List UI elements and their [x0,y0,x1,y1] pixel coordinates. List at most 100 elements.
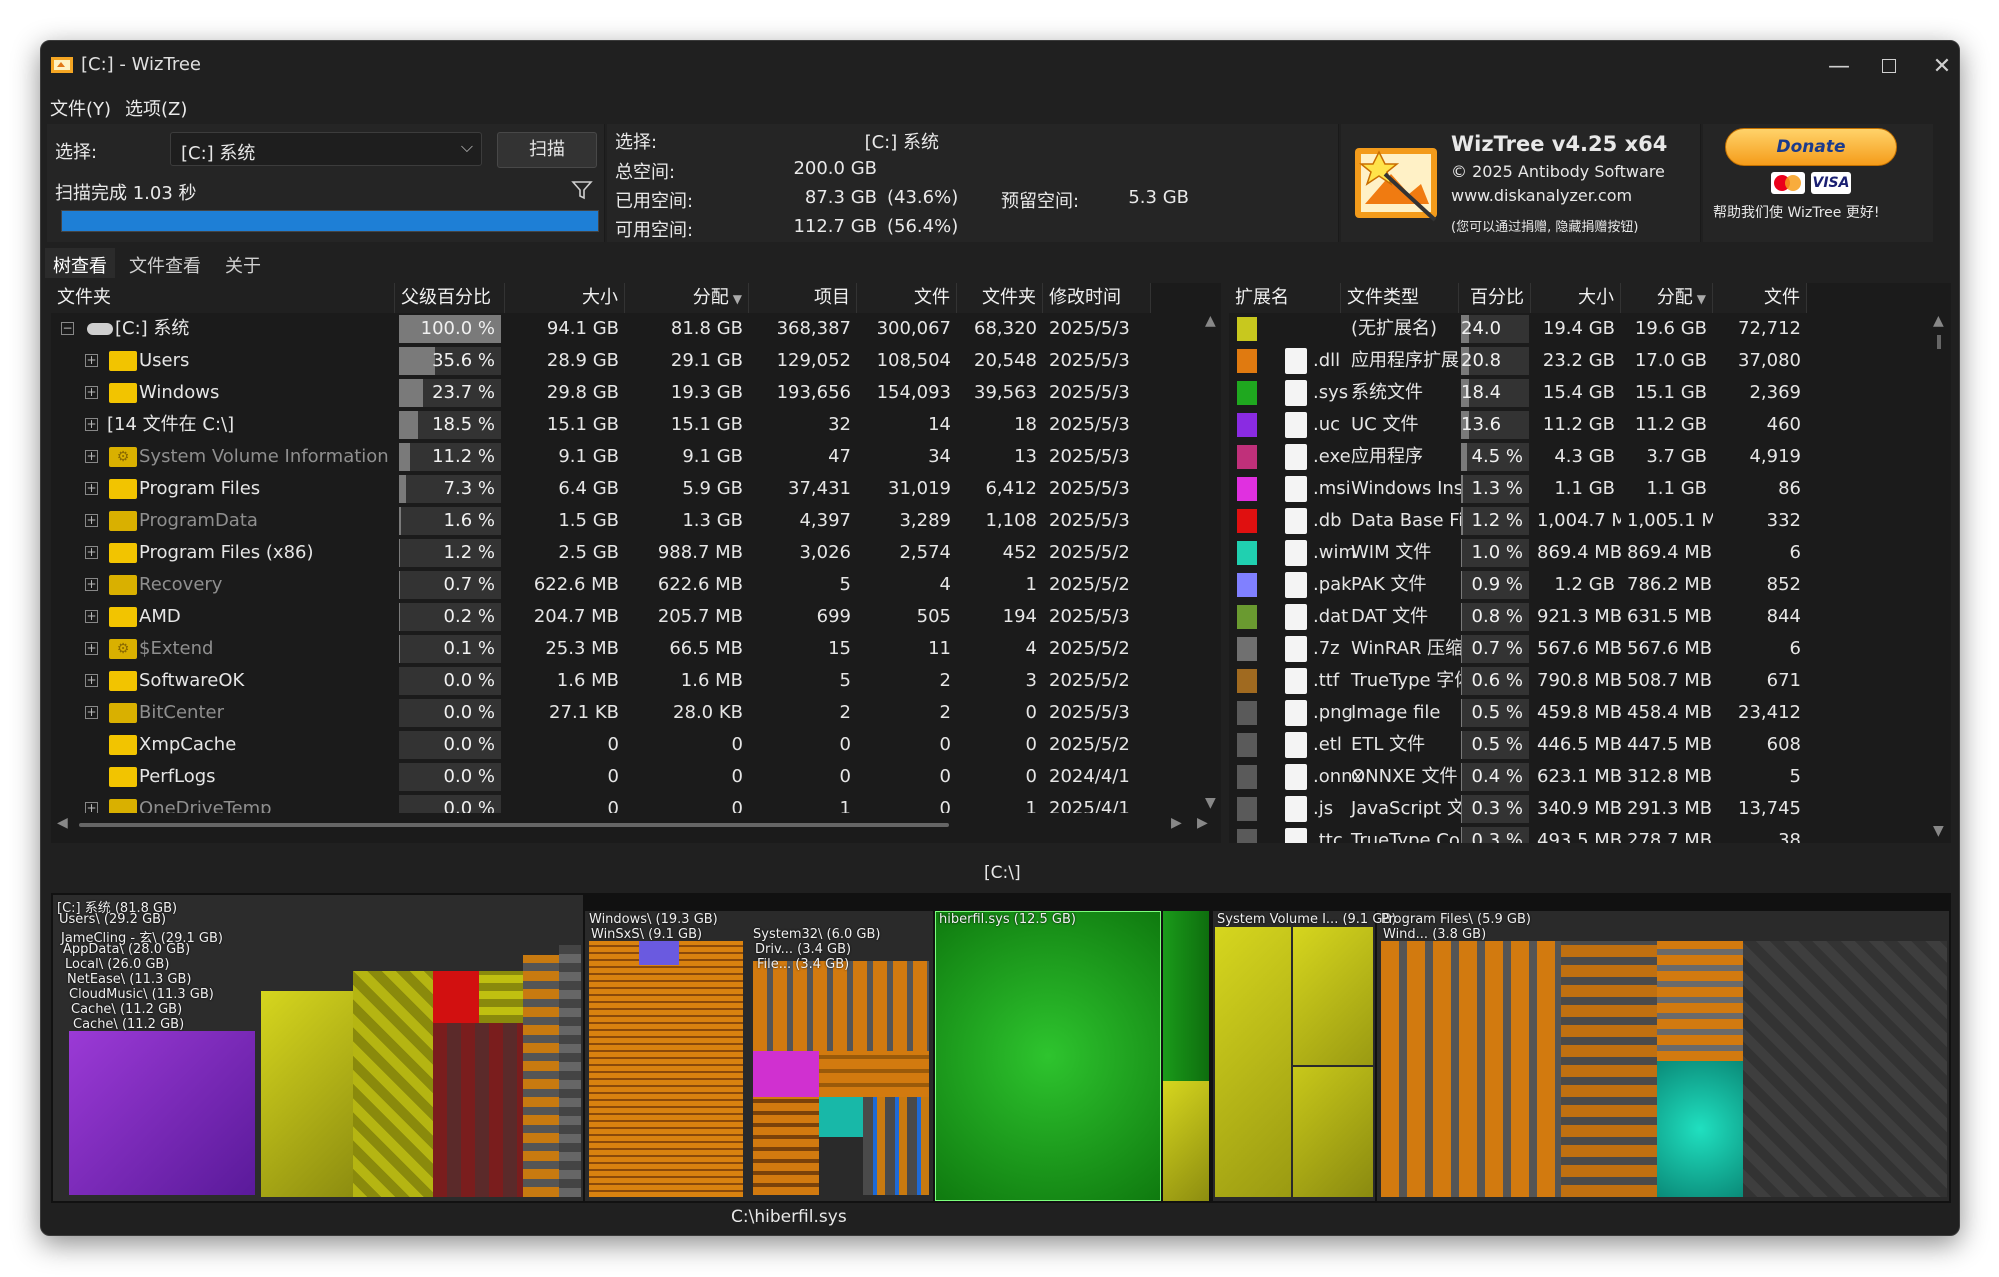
expand-icon[interactable]: + [85,706,98,719]
ext-row[interactable]: .wim WIM 文件 1.0 % 869.4 MB 869.4 MB 6 [1229,537,1951,569]
treemap-yellow-block-3[interactable] [1163,1081,1209,1201]
ext-header-4[interactable]: 分配 ▼ [1621,283,1713,313]
treemap-orange-block-2[interactable] [753,1097,819,1195]
ext-row[interactable]: .pak PAK 文件 0.9 % 1.2 GB 786.2 MB 852 [1229,569,1951,601]
scroll-down-icon[interactable]: ▼ [1205,795,1216,811]
ext-header-1[interactable]: 文件类型 [1341,283,1459,313]
tree-header-4[interactable]: 项目 [749,283,857,313]
treemap-purple-tile[interactable] [639,941,679,965]
menu-options[interactable]: 选项(Z) [125,95,187,121]
tab-tree-view[interactable]: 树查看 [45,248,115,278]
ext-row[interactable]: .7z WinRAR 压缩文件 0.7 % 567.6 MB 567.6 MB 6 [1229,633,1951,665]
folder-tree-grid[interactable]: 文件夹 父级百分比 大小 分配 ▼ 项目 文件 文件夹 修改时间 − [C:] 系统 100.0 %… [51,283,1221,843]
ext-row[interactable]: .png Image file 0.5 % 459.8 MB 458.4 MB 23,41… [1229,697,1951,729]
ext-header-0[interactable]: 扩展名 [1229,283,1341,313]
extension-grid[interactable]: 扩展名文件类型百分比大小分配▼文件 (无扩展名) 24.0 % 19.4 GB 19.… [1229,283,1951,843]
ext-row[interactable]: .dll 应用程序扩展20.8 % 23.2 GB 17.0 GB 37,080 [1229,345,1951,399]
tree-row[interactable]: + Recovery 0.7 % 622.6 MB 622.6 MB 5 4 1 2025/5/… [51,569,1221,601]
tree-row[interactable]: + [14 文件在 C:\] 18.5 % 15.1 GB 15.1 GB 32 14 18 2… [51,409,1221,441]
ext-row[interactable]: .ttf TrueType 字体文件 0.6 % 790.8 MB 508.7 MB 67… [1229,665,1951,697]
tree-row[interactable]: + Users 35.6 % 28.9 GB 29.1 GB 129,052 108,504… [51,345,1221,377]
tree-header-3[interactable]: 分配 ▼ [625,283,749,313]
ext-scroll-down-icon[interactable]: ▼ [1933,823,1944,839]
expand-icon[interactable]: + [85,642,98,655]
treemap-mixed-block-1[interactable] [523,955,559,1197]
treemap-orange-block[interactable] [819,1051,929,1097]
treemap-svi-block-2[interactable] [1293,927,1373,1065]
ext-scroll-up-icon[interactable]: ▲ [1933,313,1944,329]
treemap-pf-block-3[interactable] [1657,941,1743,1061]
treemap-drivers[interactable] [753,961,929,1051]
expand-icon[interactable]: + [85,450,98,463]
ext-row[interactable]: .dat DAT 文件 0.8 % 921.3 MB 631.5 MB 844 [1229,601,1951,633]
ext-row[interactable]: .db Data Base File 1.2 % 1,004.7 MB 1,005.1 … [1229,505,1951,537]
scroll-left-icon[interactable]: ◀ [57,815,68,831]
scroll-right-end-icon[interactable]: ▶ [1197,815,1208,831]
website-link[interactable]: www.diskanalyzer.com [1451,186,1632,205]
treemap-cache-block[interactable] [69,1031,255,1195]
tree-row[interactable]: + ⚙ $Extend 0.1 % 25.3 MB 66.5 MB 15 11 4 2025/5/… [51,633,1221,665]
treemap[interactable]: [C:] 系统 (81.8 GB) Users\ (29.2 GB) JameC… [51,893,1951,1203]
expand-icon[interactable]: + [85,514,98,527]
tree-row[interactable]: + ProgramData 1.6 % 1.5 GB 1.3 GB 4,397 3,289 1… [51,505,1221,537]
ext-row[interactable]: .exe 应用程序 4.5 % 4.3 GB 3.7 GB 4,919 [1229,441,1951,473]
treemap-winsxs[interactable] [589,941,743,1197]
tree-row[interactable]: + ⚙ System Volume Information 11.2 % 9.1 GB 9… [51,441,1221,473]
expand-icon[interactable]: + [85,386,98,399]
tree-row[interactable]: + BitCenter 0.0 % 27.1 KB 28.0 KB 2 2 0 2025/5/3 [51,697,1221,729]
ext-row[interactable]: .ttc TrueType Collecti 0.3 % 493.5 MB 278.7 … [1229,825,1951,843]
ext-row[interactable]: .onnx ONNXE 文件 0.4 % 623.1 MB 312.8 MB 5 [1229,761,1951,793]
expand-icon[interactable]: + [85,482,98,495]
drive-select[interactable]: [C:] 系统 ⌵ [170,132,482,166]
expand-icon[interactable]: + [85,546,98,559]
expand-icon[interactable]: + [85,418,98,431]
expand-icon[interactable]: + [85,610,98,623]
maximize-button[interactable] [1871,51,1907,81]
tree-row[interactable]: + Program Files (x86) 1.2 % 2.5 GB 988.7 MB 3… [51,537,1221,569]
treemap-pf-block-2[interactable] [1561,941,1657,1197]
treemap-magenta-block[interactable] [753,1051,819,1097]
expand-icon[interactable]: + [85,354,98,367]
expand-icon[interactable]: + [85,674,98,687]
ext-header-3[interactable]: 大小 [1531,283,1621,313]
treemap-olive-block[interactable] [479,971,523,1023]
minimize-button[interactable]: — [1821,51,1857,81]
treemap-pf-block-1[interactable] [1381,941,1561,1197]
treemap-yellow-block-2[interactable] [353,971,433,1197]
tree-header-1[interactable]: 父级百分比 [395,283,505,313]
collapse-icon[interactable]: − [61,322,74,335]
tree-vertical-scrollbar[interactable]: ▲ ▼ [1201,313,1221,813]
treemap-svi-block-3[interactable] [1293,1067,1373,1197]
treemap-red-block[interactable] [433,971,479,1023]
filter-icon[interactable] [571,180,593,200]
tab-about[interactable]: 关于 [217,248,269,278]
tree-header-7[interactable]: 修改时间 [1043,283,1151,313]
treemap-mixed-block-2[interactable] [863,1097,929,1195]
scan-button[interactable]: 扫描 [497,132,597,168]
tree-row[interactable]: + SoftwareOK 0.0 % 1.6 MB 1.6 MB 5 2 3 2025/5/2 [51,665,1221,697]
treemap-yellow-block-1[interactable] [261,991,353,1197]
treemap-svi-block-1[interactable] [1215,927,1291,1197]
tree-row[interactable]: PerfLogs 0.0 % 0 0 0 0 0 2024/4/1 [51,761,1221,793]
close-button[interactable]: ✕ [1924,51,1959,81]
treemap-hiberfil[interactable] [935,911,1161,1201]
tree-row[interactable]: + AMD 0.2 % 204.7 MB 205.7 MB 699 505 194 2025/5… [51,601,1221,633]
ext-header-2[interactable]: 百分比 [1459,283,1531,313]
scroll-right-icon[interactable]: ▶ [1171,815,1182,831]
treemap-gray-block[interactable] [559,945,581,1197]
ext-scroll-thumb[interactable] [1937,335,1941,349]
tree-header-0[interactable]: 文件夹 [51,283,395,313]
tree-horizontal-scrollbar[interactable]: ◀ ▶ ▶ [51,813,1221,839]
ext-row[interactable]: .etl ETL 文件 0.5 % 446.5 MB 447.5 MB 608 [1229,729,1951,761]
tree-row[interactable]: − [C:] 系统 100.0 % 94.1 GB 81.8 GB 368,387 300,… [51,313,1221,345]
treemap-green-block[interactable] [1163,911,1209,1081]
ext-row[interactable]: .sys系统文件 18.4 % 15.4 GB 15.1 GB 2,369 [1229,377,1951,431]
treemap-teal-block-2[interactable] [1657,1061,1743,1197]
donate-button[interactable]: Donate [1725,128,1897,166]
treemap-teal-block[interactable] [819,1097,863,1137]
menu-file[interactable]: 文件(Y) [50,95,111,121]
tree-row[interactable]: XmpCache 0.0 % 0 0 0 0 0 2025/5/2 [51,729,1221,761]
tree-header-2[interactable]: 大小 [505,283,625,313]
scroll-up-icon[interactable]: ▲ [1205,313,1216,329]
tree-header-6[interactable]: 文件夹 [957,283,1043,313]
